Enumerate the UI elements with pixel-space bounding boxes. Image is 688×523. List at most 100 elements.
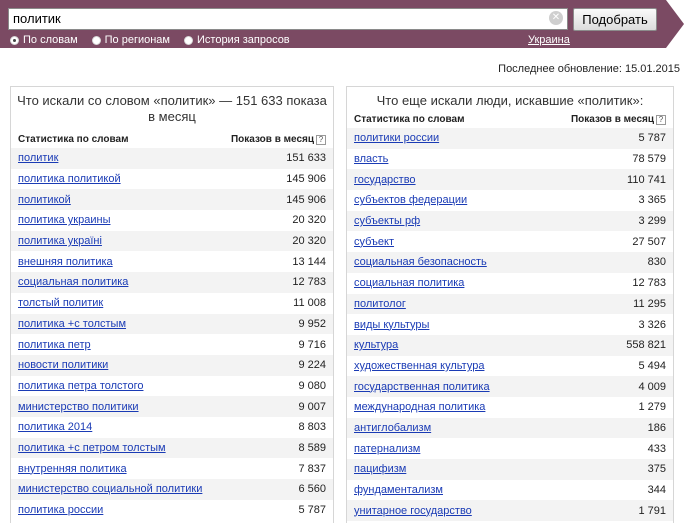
keyword-link[interactable]: унитарное государство [354,505,472,517]
close-icon[interactable]: ✕ [549,11,563,25]
keyword-link[interactable]: субъект [354,236,394,248]
keyword-link[interactable]: министерство социальной политики [18,483,202,495]
table-row: пацифизм 375 [347,459,673,480]
keyword-link[interactable]: фундаментализм [354,484,443,496]
keyword-link[interactable]: политика россии [18,504,103,516]
impressions-count: 6 560 [298,483,326,496]
keyword-link[interactable]: политик [18,152,58,164]
impressions-count: 110 741 [627,173,666,186]
keyword-link[interactable]: политика политикой [18,173,121,185]
impressions-count: 830 [647,256,666,269]
radio-selected-icon[interactable] [10,35,19,45]
mode-by-words-label: По словам [23,34,78,46]
impressions-count: 11 008 [293,297,326,310]
table-row: социальная политика 12 783 [11,272,333,293]
keyword-link[interactable]: толстый политик [18,297,103,309]
keyword-link[interactable]: политика +с толстым [18,318,126,330]
table-row: политика +с толстым 9 952 [11,313,333,335]
table-row: культура 558 821 [347,334,673,356]
impressions-count: 151 633 [286,152,326,165]
impressions-count: 8 589 [298,441,326,454]
mode-by-words[interactable]: По словам [10,33,78,47]
impressions-count: 5 494 [638,359,666,372]
mode-by-regions[interactable]: По регионам [91,33,170,47]
keyword-link[interactable]: политика петра толстого [18,380,143,392]
table-row: политик 151 633 [11,148,333,169]
keyword-link[interactable]: антиглобализм [354,422,431,434]
keyword-link[interactable]: политики россии [354,132,439,144]
help-icon[interactable]: ? [316,134,326,145]
keyword-link[interactable]: патернализм [354,443,420,455]
table-row: субъектов федерации 3 365 [347,190,673,211]
radio-icon[interactable] [91,35,101,45]
table-header: Статистика по словам Показов в месяц? [11,133,333,145]
table-row: государство 110 741 [347,169,673,191]
words-list: политик 151 633 политика политикой 145 906 п… [11,148,333,520]
keyword-link[interactable]: социальная безопасность [354,256,487,268]
table-row: политика україні 20 320 [11,230,333,252]
table-row: политика +с петром толстым 8 589 [11,437,333,459]
mode-by-regions-label: По регионам [104,34,170,46]
keyword-link[interactable]: политолог [354,298,406,310]
impressions-count: 145 906 [286,193,326,206]
keyword-link[interactable]: культура [354,339,398,351]
impressions-count: 9 224 [298,359,326,372]
keyword-link[interactable]: субъекты рф [354,215,420,227]
keyword-link[interactable]: международная политика [354,401,485,413]
keyword-link[interactable]: политикой [18,194,71,206]
last-updated: Последнее обновление: 15.01.2015 [498,63,680,75]
table-row: политика петра толстого 9 080 [11,376,333,397]
radio-icon[interactable] [184,35,193,45]
impressions-count: 3 326 [638,318,666,331]
keyword-link[interactable]: социальная политика [354,277,464,289]
table-row: унитарное государство 1 791 [347,500,673,522]
keyword-link[interactable]: министерство политики [18,401,139,413]
count-column-label: Показов в месяц [570,113,654,125]
impressions-count: 186 [647,421,666,434]
search-bar-arrow [666,0,684,48]
keyword-link[interactable]: новости политики [18,359,108,371]
impressions-count: 9 716 [298,338,326,351]
impressions-count: 12 783 [292,276,326,289]
keyword-link[interactable]: художественная культура [354,360,484,372]
keyword-link[interactable]: внешняя политика [18,256,113,268]
impressions-count: 344 [647,484,666,497]
region-link[interactable]: Украина [528,34,570,46]
keyword-link[interactable]: политика 2014 [18,421,92,433]
keyword-link[interactable]: политика україні [18,235,102,247]
table-header: Статистика по словам Показов в месяц? [347,113,673,125]
count-column-label: Показов в месяц [230,133,314,145]
related-list: политики россии 5 787 власть 78 579 государс… [347,128,673,522]
table-row: политика политикой 145 906 [11,169,333,190]
submit-button[interactable]: Подобрать [573,8,657,31]
table-row: политолог 11 295 [347,293,673,315]
table-row: субъект 27 507 [347,231,673,252]
keyword-link[interactable]: государственная политика [354,381,490,393]
keyword-link[interactable]: пацифизм [354,463,406,475]
impressions-count: 145 906 [286,173,326,186]
keyword-link[interactable]: власть [354,153,388,165]
keyword-link[interactable]: виды культуры [354,319,429,331]
keyword-link[interactable]: субъектов федерации [354,194,467,206]
impressions-count: 8 803 [298,421,326,434]
search-input[interactable]: политик [8,8,568,30]
keyword-link[interactable]: государство [354,174,416,186]
mode-history[interactable]: История запросов [184,33,290,47]
table-row: международная политика 1 279 [347,397,673,418]
impressions-count: 1 279 [638,401,666,414]
impressions-count: 433 [647,442,666,455]
count-column-header: Показов в месяц? [571,114,666,125]
impressions-count: 375 [647,463,666,476]
impressions-count: 11 295 [633,297,666,310]
related-panel: Что еще искали люди, искавшие «политик»:… [346,86,674,523]
help-icon[interactable]: ? [656,114,666,125]
keyword-link[interactable]: социальная политика [18,276,128,288]
table-row: новости политики 9 224 [11,354,333,376]
keyword-link[interactable]: внутренняя политика [18,463,127,475]
keyword-link[interactable]: политика +с петром толстым [18,442,166,454]
table-row: политика украины 20 320 [11,210,333,231]
table-row: политика 2014 8 803 [11,417,333,438]
table-row: виды культуры 3 326 [347,314,673,335]
keyword-link[interactable]: политика украины [18,214,110,226]
keyword-link[interactable]: политика петр [18,339,91,351]
